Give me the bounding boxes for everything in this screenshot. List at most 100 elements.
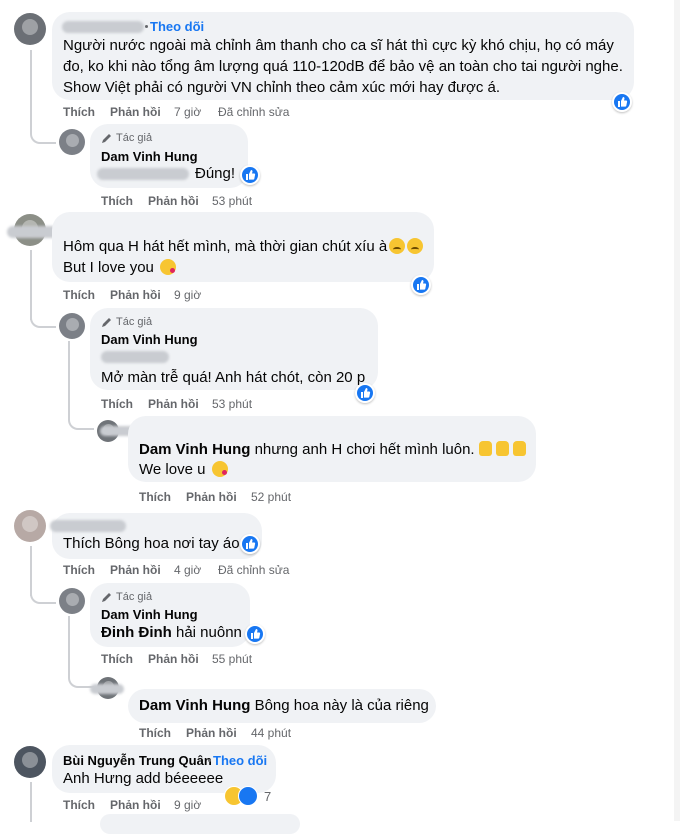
reply-time[interactable]: 53 phút [212, 397, 252, 411]
reply-button[interactable]: Phản hồi [110, 288, 161, 302]
reply-text: Đinh Đinh hải nuônn [101, 623, 242, 643]
comment-text: Anh Hưng add béeeeee [63, 770, 224, 787]
avatar[interactable] [14, 746, 46, 778]
reply-time[interactable]: 52 phút [251, 490, 291, 504]
author-name[interactable]: Dam Vinh Hung [101, 149, 198, 165]
follow-button[interactable]: Theo dõi [150, 19, 204, 35]
comment-time[interactable]: 9 giờ [174, 288, 201, 302]
like-reaction-badge[interactable] [612, 92, 632, 112]
comment-text: Hôm qua H hát hết mình, mà thời gian chú… [63, 237, 424, 257]
kissing-emoji-icon [160, 259, 177, 275]
comment-text-line: Hôm qua H hát hết mình, mà thời gian chú… [63, 238, 388, 255]
author-name[interactable]: Dam Vinh Hung [101, 332, 198, 348]
comment-time[interactable]: 4 giờ [174, 563, 201, 577]
reply-text-body: nhưng anh H chơi hết mình luôn. [254, 441, 475, 458]
thread-line [30, 782, 32, 822]
like-button[interactable]: Thích [63, 798, 95, 812]
like-reaction-badge[interactable] [240, 165, 260, 185]
reply-text-line: We love u [139, 461, 206, 478]
author-badge: Tác giả [116, 591, 153, 603]
pencil-icon [102, 593, 111, 602]
reply-button[interactable]: Phản hồi [148, 652, 199, 666]
mention-link[interactable]: Dam Vinh Hung [139, 441, 250, 458]
thumbs-up-icon [246, 170, 256, 180]
thread-connector [68, 664, 94, 688]
like-button[interactable]: Thích [139, 726, 171, 740]
comment-text-line: But I love you [63, 259, 154, 276]
edited-label: Đã chỉnh sửa [218, 563, 290, 577]
edited-label: Đã chỉnh sửa [218, 105, 290, 119]
crying-emoji-icon [389, 238, 406, 254]
reply-time[interactable]: 55 phút [212, 652, 252, 666]
avatar[interactable] [59, 129, 85, 155]
reply-text: We love u [139, 460, 228, 480]
pencil-icon [102, 318, 111, 327]
like-button[interactable]: Thích [139, 490, 171, 504]
avatar[interactable] [59, 313, 85, 339]
mention-link[interactable]: Đinh Đinh [101, 624, 172, 641]
reply-text: Đúng! [195, 165, 236, 182]
redacted-author-name [90, 684, 124, 694]
thumbs-up-emoji-icon [478, 441, 492, 456]
thread-connector [68, 406, 94, 430]
reply-button[interactable]: Phản hồi [110, 563, 161, 577]
reply-button[interactable]: Phản hồi [186, 726, 237, 740]
thumbs-up-icon [238, 786, 258, 806]
like-reaction-badge[interactable] [355, 383, 375, 403]
comment-text: Thích Bông hoa nơi tay áo [63, 535, 240, 552]
thread-connector [30, 120, 56, 144]
crying-emoji-icon [407, 238, 424, 254]
reply-time[interactable]: 44 phút [251, 726, 291, 740]
reply-button[interactable]: Phản hồi [110, 798, 161, 812]
thumbs-up-icon [417, 280, 427, 290]
avatar[interactable] [14, 13, 46, 45]
reply-button[interactable]: Phản hồi [110, 105, 161, 119]
scrollbar[interactable] [674, 0, 680, 821]
redacted-mention [97, 168, 189, 180]
thumbs-up-icon [618, 97, 628, 107]
comment-time[interactable]: 9 giờ [174, 798, 201, 812]
like-button[interactable]: Thích [63, 563, 95, 577]
like-reaction-badge[interactable] [411, 275, 431, 295]
reply-text: Dam Vinh Hung Bông hoa này là của riêng [139, 696, 429, 716]
comment-time[interactable]: 7 giờ [174, 105, 201, 119]
reply-text: Mở màn trễ quá! Anh hát chót, còn 20 p [101, 369, 366, 386]
reply-button[interactable]: Phản hồi [148, 194, 199, 208]
like-button[interactable]: Thích [63, 105, 95, 119]
thread-line [30, 50, 32, 130]
thread-connector [30, 580, 56, 604]
reply-button[interactable]: Phản hồi [186, 490, 237, 504]
comment-text: đo, ko khi nào tổng âm lượng quá 110-120… [63, 58, 623, 75]
author-name[interactable]: Bùi Nguyễn Trung Quân [63, 753, 212, 769]
mention-link[interactable]: Dam Vinh Hung [139, 697, 250, 714]
thumbs-up-emoji-icon [495, 441, 509, 456]
follow-separator [208, 759, 211, 762]
author-name[interactable]: Dam Vinh Hung [101, 607, 198, 623]
author-badge: Tác giả [116, 316, 153, 328]
redacted-mention [101, 351, 169, 363]
like-button[interactable]: Thích [101, 194, 133, 208]
like-button[interactable]: Thích [63, 288, 95, 302]
reply-bubble [100, 814, 300, 834]
comment-text: Show Việt phải có người VN chỉnh theo cả… [63, 79, 501, 96]
avatar[interactable] [59, 588, 85, 614]
avatar[interactable] [14, 510, 46, 542]
thumbs-up-icon [251, 629, 261, 639]
reaction-count: 7 [264, 789, 272, 804]
like-button[interactable]: Thích [101, 397, 133, 411]
redacted-author-name [50, 520, 126, 532]
thumbs-up-emoji-icon [512, 441, 526, 456]
redacted-author-name [62, 21, 144, 33]
reaction-summary[interactable]: 7 [224, 786, 276, 806]
comment-text: But I love you [63, 258, 177, 278]
reply-text-body: Bông hoa này là của riêng [254, 697, 429, 714]
thread-line [68, 616, 70, 666]
reply-time[interactable]: 53 phút [212, 194, 252, 208]
like-button[interactable]: Thích [101, 652, 133, 666]
reply-text-body: hải nuônn [176, 624, 242, 641]
reply-button[interactable]: Phản hồi [148, 397, 199, 411]
like-reaction-badge[interactable] [245, 624, 265, 644]
like-reaction-badge[interactable] [240, 534, 260, 554]
thread-connector [30, 304, 56, 328]
follow-button[interactable]: Theo dõi [213, 753, 267, 769]
